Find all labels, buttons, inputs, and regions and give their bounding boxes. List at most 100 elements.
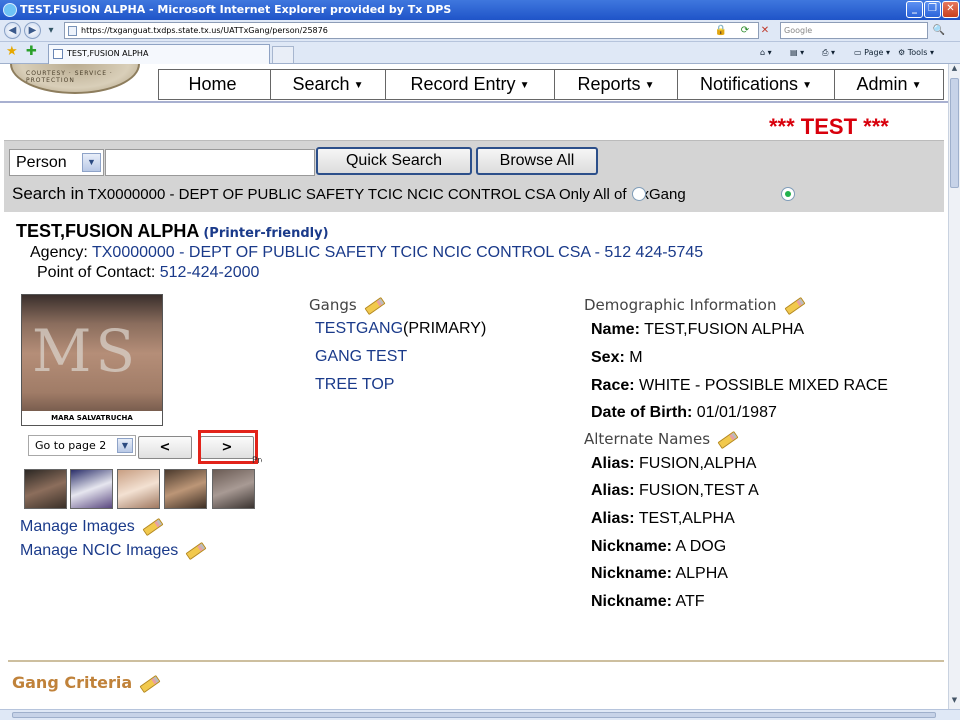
nav-search[interactable]: Search ▼ — [271, 70, 386, 99]
nav-admin[interactable]: Admin ▼ — [835, 70, 943, 99]
browse-all-button[interactable]: Browse All — [476, 147, 598, 175]
url-field[interactable]: https://txganguat.txdps.state.tx.us/UATT… — [64, 22, 759, 39]
tools-menu-label: Tools — [907, 48, 928, 57]
chevron-down-icon[interactable]: ▼ — [117, 438, 133, 453]
alt-name-value: ATF — [675, 593, 705, 610]
pencil-edit-icon[interactable] — [717, 430, 739, 449]
main-photo[interactable]: MS MARA SALVATRUCHA — [21, 294, 163, 426]
manage-ncic-images-row: Manage NCIC Images — [20, 541, 207, 560]
goto-page-select[interactable]: Go to page 2 ▼ — [28, 435, 136, 456]
close-icon[interactable]: ✕ — [942, 1, 959, 18]
image-thumbnail[interactable] — [70, 469, 113, 509]
quick-search-button[interactable]: Quick Search — [316, 147, 472, 175]
prev-image-button[interactable]: < — [138, 436, 192, 459]
scroll-down-icon[interactable]: ▼ — [949, 696, 960, 708]
demo-value: TEST,FUSION ALPHA — [644, 321, 805, 338]
gang-item: TESTGANG(PRIMARY) — [315, 320, 486, 338]
stop-icon[interactable]: ✕ — [756, 23, 774, 38]
alt-name-value: A DOG — [675, 538, 727, 555]
url-text: https://txganguat.txdps.state.tx.us/UATT… — [81, 26, 328, 35]
scroll-up-icon[interactable]: ▲ — [949, 64, 960, 76]
window-title-bar: TEST,FUSION ALPHA - Microsoft Internet E… — [0, 0, 960, 20]
print-icon[interactable]: ⎙ ▾ — [822, 46, 835, 60]
pencil-edit-icon[interactable] — [364, 296, 386, 315]
quick-search-input[interactable] — [105, 149, 315, 176]
search-in-label: Search in — [12, 184, 84, 203]
contact-row: Point of Contact: 512-424-2000 — [37, 264, 259, 282]
alt-name-row: Nickname: A DOG — [591, 538, 726, 556]
alt-name-value: TEST,ALPHA — [638, 510, 735, 527]
home-icon[interactable]: ⌂ ▾ — [760, 46, 772, 60]
page-icon — [68, 26, 77, 36]
nav-admin-label: Admin — [856, 74, 908, 94]
manage-ncic-images-link[interactable]: Manage NCIC Images — [20, 542, 178, 559]
maximize-icon[interactable]: ❐ — [924, 1, 941, 18]
search-type-select[interactable]: Person ▼ — [9, 149, 104, 176]
alt-name-label: Nickname: — [591, 538, 672, 555]
ie-icon — [3, 3, 17, 17]
browser-tab-active[interactable]: TEST,FUSION ALPHA — [48, 44, 270, 64]
test-banner: *** TEST *** — [769, 114, 889, 139]
alternate-names-header-label: Alternate Names — [584, 430, 711, 448]
nav-reports[interactable]: Reports ▼ — [555, 70, 678, 99]
nav-record-entry[interactable]: Record Entry ▼ — [386, 70, 555, 99]
alt-name-label: Alias: — [591, 455, 635, 472]
search-scope-suffix: xGang — [641, 186, 686, 203]
gang-criteria-header: Gang Criteria — [12, 673, 161, 693]
image-thumbnail[interactable] — [24, 469, 67, 509]
page-menu[interactable]: ▭ Page ▾ — [854, 46, 890, 60]
gang-link[interactable]: GANG TEST — [315, 348, 407, 365]
search-go-icon[interactable]: 🔍 — [930, 23, 948, 38]
gang-link[interactable]: TREE TOP — [315, 376, 394, 393]
demo-value: M — [629, 349, 643, 366]
scroll-thumb[interactable] — [950, 78, 959, 188]
scope-radio-all[interactable] — [632, 187, 646, 201]
nav-home[interactable]: Home — [159, 70, 271, 99]
nav-notifications[interactable]: Notifications ▼ — [678, 70, 835, 99]
vertical-scrollbar[interactable]: ▲ ▼ — [948, 64, 960, 709]
demo-name-row: Name: TEST,FUSION ALPHA — [591, 321, 804, 339]
agency-link[interactable]: TX0000000 - DEPT OF PUBLIC SAFETY TCIC N… — [92, 244, 703, 261]
chevron-down-icon[interactable]: ▼ — [82, 153, 101, 172]
pencil-edit-icon[interactable] — [784, 296, 805, 315]
photo-tattoo-letters: MS — [32, 317, 140, 385]
dropdown-icon[interactable]: ▾ — [42, 23, 60, 38]
scope-radio-selected[interactable] — [781, 187, 795, 201]
lock-icon[interactable]: 🔒 — [712, 23, 730, 38]
search-field[interactable]: Google — [780, 22, 928, 39]
hscroll-thumb[interactable] — [12, 712, 936, 718]
demo-dob-row: Date of Birth: 01/01/1987 — [591, 404, 777, 422]
gang-criteria-label: Gang Criteria — [12, 673, 133, 692]
pencil-edit-icon[interactable] — [139, 674, 161, 693]
add-favorite-icon[interactable]: ✚ — [26, 44, 37, 59]
pencil-edit-icon[interactable] — [142, 517, 164, 536]
nav-divider — [0, 101, 948, 103]
image-thumbnail[interactable] — [164, 469, 207, 509]
main-nav: Home Search ▼ Record Entry ▼ Reports ▼ Noti… — [158, 69, 944, 100]
image-thumbnail[interactable] — [117, 469, 160, 509]
printer-friendly-link[interactable]: (Printer-friendly) — [203, 226, 328, 241]
demographics-header: Demographic Information — [584, 296, 805, 315]
image-thumbnail[interactable] — [212, 469, 255, 509]
nav-home-label: Home — [188, 74, 237, 94]
pencil-edit-icon[interactable] — [185, 541, 207, 560]
nav-reports-label: Reports — [577, 74, 641, 94]
demo-value: 01/01/1987 — [696, 404, 777, 421]
horizontal-scrollbar[interactable] — [0, 709, 960, 720]
gang-link[interactable]: TESTGANG — [315, 320, 403, 337]
dps-seal-logo: COURTESY · SERVICE · PROTECTION — [10, 64, 140, 94]
new-tab-button[interactable] — [272, 46, 294, 63]
minimize-icon[interactable]: _ — [906, 1, 923, 18]
nav-caret-icon: ▼ — [644, 80, 655, 91]
back-icon[interactable]: ◀ — [4, 22, 21, 39]
forward-icon[interactable]: ▶ — [24, 22, 41, 39]
favorites-star-icon[interactable]: ★ — [6, 44, 18, 59]
refresh-icon[interactable]: ⟳ — [736, 23, 754, 38]
goto-page-value: Go to page 2 — [35, 439, 107, 452]
alt-name-row: Nickname: ATF — [591, 593, 705, 611]
seal-text: COURTESY · SERVICE · PROTECTION — [26, 70, 113, 84]
manage-images-link[interactable]: Manage Images — [20, 518, 135, 535]
nav-caret-icon: ▼ — [911, 80, 922, 91]
feeds-icon[interactable]: ▤ ▾ — [790, 46, 804, 60]
tools-menu[interactable]: ⚙ Tools ▾ — [898, 46, 934, 60]
